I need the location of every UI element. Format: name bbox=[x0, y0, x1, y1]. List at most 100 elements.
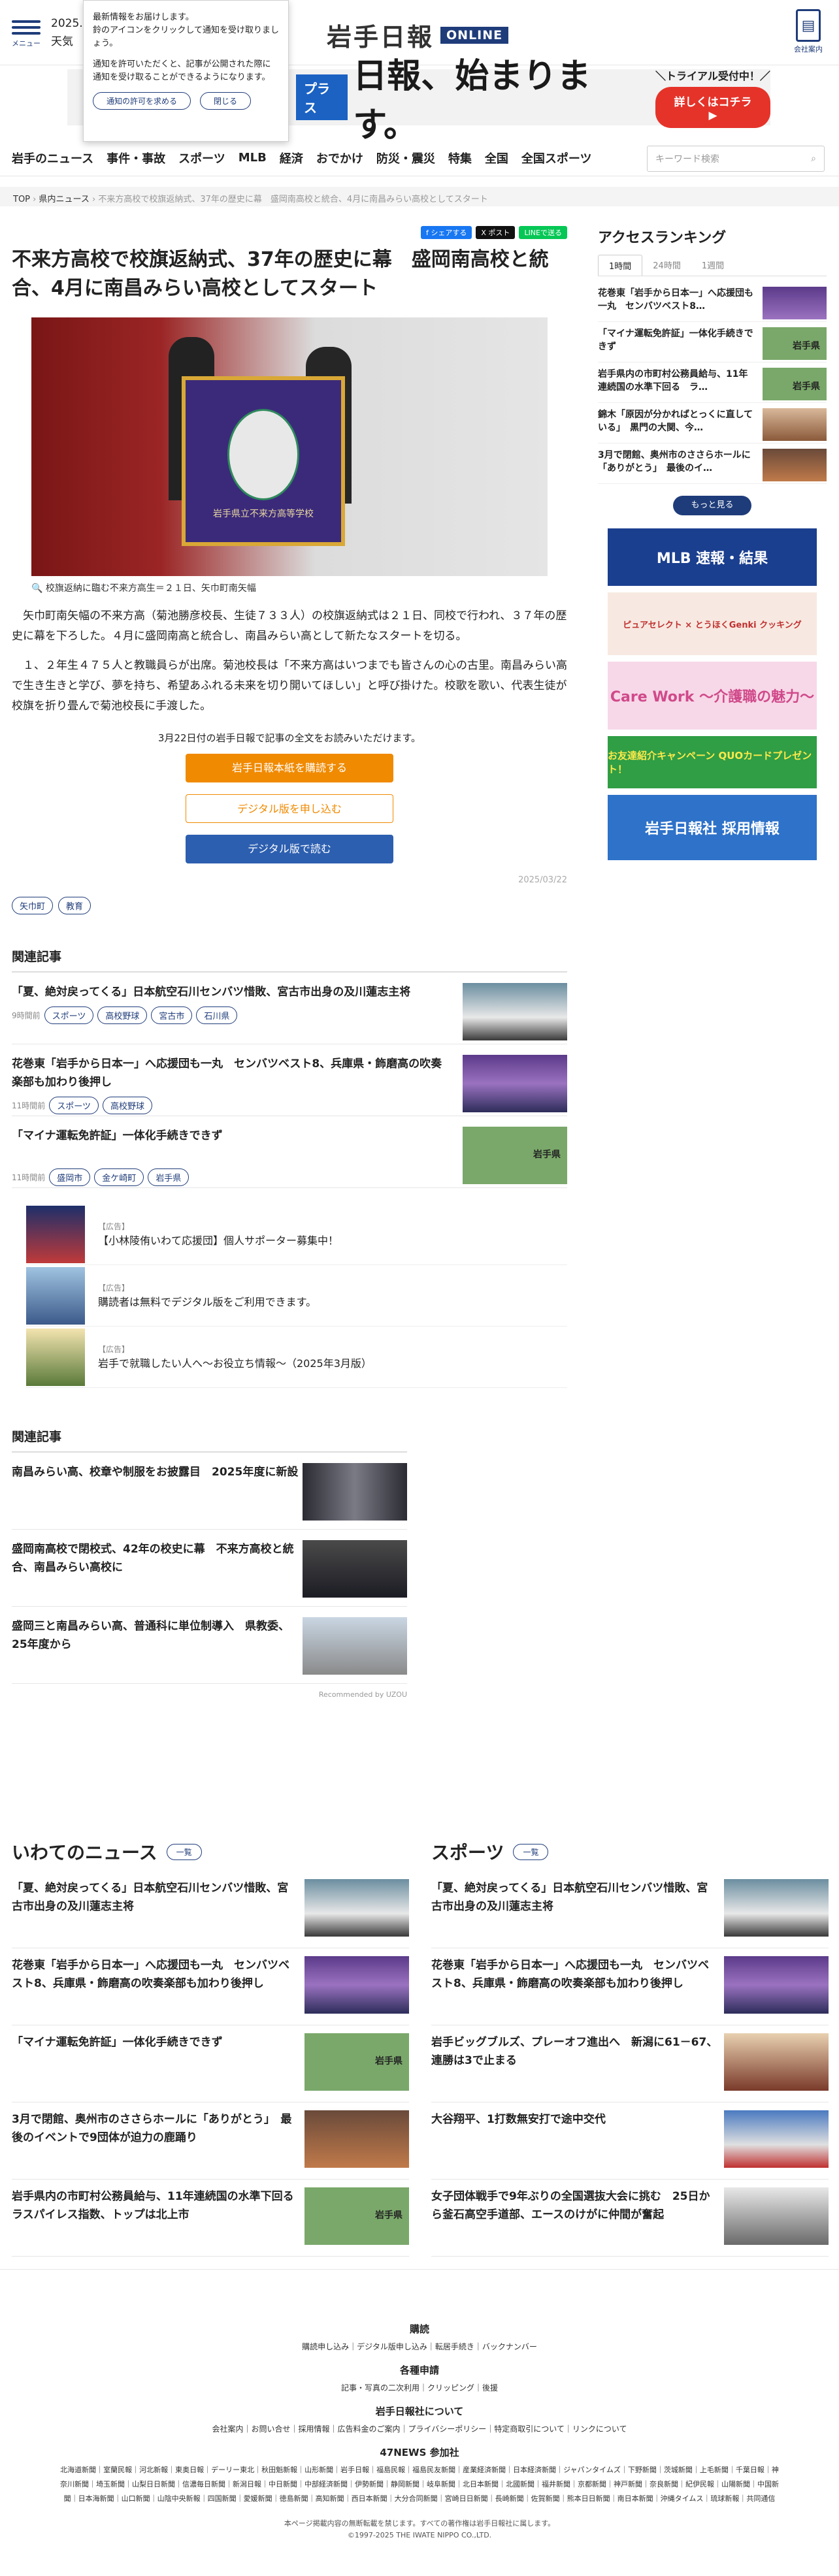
ranking-item[interactable]: 「マイナ運転免許証」一体化手続きできず bbox=[598, 322, 827, 362]
article-title: 不来方高校で校旗返納式、37年の歴史に幕 盛岡南高校と統合、4月に南昌みらい高校… bbox=[12, 248, 549, 300]
ranking-thumbnail bbox=[763, 327, 827, 360]
digital-apply-button[interactable]: デジタル版を申し込む bbox=[186, 794, 393, 823]
search-icon[interactable]: ⌕ bbox=[811, 153, 816, 164]
ranking-more-button[interactable]: もっと見る bbox=[673, 496, 751, 515]
nav-item-feature[interactable]: 特集 bbox=[448, 150, 472, 167]
side-ad-cooking[interactable]: ピュアセレクト × とうほくGenki クッキング bbox=[608, 592, 817, 655]
related-item[interactable]: 「夏、絶対戻ってくる」日本航空石川センバツ惜敗、宮古市出身の及川蓮志主将 9時間… bbox=[12, 973, 567, 1044]
nav-item-incident[interactable]: 事件・事故 bbox=[107, 150, 165, 167]
related-item[interactable]: 「マイナ運転免許証」一体化手続きできず 11時間前 盛岡市 金ケ崎町 岩手県 bbox=[12, 1116, 567, 1188]
news-item[interactable]: 花巻東「岩手から日本一」へ応援団も一丸 センバツベスト8、兵庫県・飾磨高の吹奏楽… bbox=[12, 1948, 409, 2025]
facebook-share-button[interactable]: f シェアする bbox=[421, 226, 472, 239]
tab-24hours[interactable]: 24時間 bbox=[642, 255, 691, 276]
tag[interactable]: 岩手県 bbox=[148, 1168, 189, 1186]
nav-item-iwate[interactable]: 岩手のニュース bbox=[12, 150, 93, 167]
ad-title: 岩手で就職したい人へ～お役立ち情報～（2025年3月版） bbox=[98, 1357, 372, 1370]
news-item[interactable]: 大谷翔平、1打数無安打で途中交代 bbox=[431, 2102, 829, 2180]
menu-button[interactable]: メニュー bbox=[12, 17, 41, 48]
side-ad-carework[interactable]: Care Work ～介護職の魅力～ bbox=[608, 662, 817, 730]
nav-item-sports[interactable]: スポーツ bbox=[178, 150, 225, 167]
nav-item-economy[interactable]: 経済 bbox=[280, 150, 303, 167]
tag[interactable]: 盛岡市 bbox=[49, 1168, 91, 1186]
side-ad-recruit[interactable]: 岩手日報社 採用情報 bbox=[608, 795, 817, 860]
company-info-button[interactable]: ▤ 会社案内 bbox=[792, 9, 825, 54]
ad-item[interactable]: 【広告】 岩手で就職したい人へ～お役立ち情報～（2025年3月版） bbox=[26, 1327, 567, 1388]
newspaper-icon: ▤ bbox=[796, 9, 821, 42]
share-bar: f シェアする X ポスト LINEで送る bbox=[12, 226, 567, 239]
nav-item-national-sports[interactable]: 全国スポーツ bbox=[521, 150, 592, 167]
ad-item[interactable]: 【広告】 【小林陵侑いわて応援団】個人サポーター募集中！ bbox=[26, 1204, 567, 1265]
publish-date: 2025/03/22 bbox=[518, 875, 567, 885]
allow-notification-button[interactable]: 通知の許可を求める bbox=[93, 92, 191, 110]
nav-item-disaster[interactable]: 防災・震災 bbox=[376, 150, 435, 167]
tag[interactable]: スポーツ bbox=[49, 1097, 99, 1114]
iwate-news-heading: いわてのニュース bbox=[12, 1842, 157, 1863]
tag[interactable]: 高校野球 bbox=[97, 1006, 148, 1024]
ranking-item[interactable]: 岩手県内の市町村公務員給与、11年連続国の水準下回る ラ… bbox=[598, 362, 827, 403]
ranking-item[interactable]: 花巻東「岩手から日本一」へ応援団も一丸 センバツベスト8… bbox=[598, 282, 827, 322]
site-logo[interactable]: 岩手日報 ONLINE bbox=[327, 17, 509, 53]
line-share-button[interactable]: LINEで送る bbox=[519, 226, 567, 239]
tab-1hour[interactable]: 1時間 bbox=[598, 255, 643, 276]
side-ad-mlb[interactable]: MLB 速報・結果 bbox=[608, 528, 817, 586]
ranking-item[interactable]: 錦木「原因が分かればとっくに直している」 黒門の大関、今… bbox=[598, 403, 827, 443]
breadcrumb-top[interactable]: TOP bbox=[13, 195, 30, 204]
ranking-item[interactable]: 3月で閉館、奥州市のささらホールに「ありがとう」 最後のイ… bbox=[598, 443, 827, 484]
iwate-news-list-button[interactable]: 一覧 bbox=[166, 1843, 202, 1860]
footer-subscribe-links[interactable]: 購読申し込み｜デジタル版申し込み｜転居手続き｜バックナンバー bbox=[0, 2340, 839, 2354]
global-nav: 岩手のニュース 事件・事故 スポーツ MLB 経済 おでかけ 防災・震災 特集 … bbox=[0, 140, 839, 176]
recommended-item[interactable]: 盛岡南高校で閉校式、42年の校史に幕 不来方高校と統合、南昌みらい高校に bbox=[12, 1530, 407, 1607]
news-item[interactable]: 「マイナ運転免許証」一体化手続きできず bbox=[12, 2025, 409, 2102]
related-time: 9時間前 bbox=[12, 1011, 41, 1020]
breadcrumb: TOP › 県内ニュース › 不来方高校で校旗返納式、37年の歴史に幕 盛岡南高… bbox=[0, 187, 839, 206]
tab-1week[interactable]: 1週間 bbox=[691, 255, 734, 276]
recommended-item[interactable]: 南昌みらい高、校章や制服をお披露目 2025年度に新設 bbox=[12, 1453, 407, 1530]
banner-plus: プラス bbox=[296, 74, 348, 120]
footer-about-links[interactable]: 会社案内｜お問い合せ｜採用情報｜広告料金のご案内｜プライバシーポリシー｜特定商取… bbox=[0, 2422, 839, 2436]
sports-list-button[interactable]: 一覧 bbox=[513, 1843, 549, 1860]
hamburger-icon bbox=[12, 20, 41, 35]
news-item[interactable]: 岩手ビッグブルズ、プレーオフ進出へ 新潟に61－67、連勝は3で止まる bbox=[431, 2025, 829, 2102]
related-item[interactable]: 花巻東「岩手から日本一」へ応援団も一丸 センバツベスト8、兵庫県・飾磨高の吹奏楽… bbox=[12, 1044, 567, 1116]
ad-thumbnail bbox=[26, 1328, 85, 1386]
footer-apply-links[interactable]: 記事・写真の二次利用｜クリッピング｜後援 bbox=[0, 2381, 839, 2395]
footer-about-heading: 岩手日報社について bbox=[375, 2406, 464, 2417]
article-photo[interactable]: 岩手県立不来方高等学校 bbox=[31, 317, 548, 576]
news-item[interactable]: 女子団体戦手で9年ぶりの全国選抜大会に挑む 25日から釜石高空手道部、エースのけ… bbox=[431, 2180, 829, 2257]
tag-education[interactable]: 教育 bbox=[58, 897, 91, 914]
ad-item[interactable]: 【広告】 購読者は無料でデジタル版をご利用できます。 bbox=[26, 1265, 567, 1327]
read-digital-button[interactable]: デジタル版で読む bbox=[186, 835, 393, 863]
subscribe-paper-button[interactable]: 岩手日報本紙を購読する bbox=[186, 754, 393, 782]
footer-47news-links[interactable]: 北海道新聞｜室蘭民報｜河北新報｜東奥日報｜デーリー東北｜秋田魁新報｜山形新聞｜岩… bbox=[0, 2463, 839, 2506]
tag[interactable]: スポーツ bbox=[44, 1006, 94, 1024]
news-item[interactable]: 岩手県内の市町村公務員給与、11年連続国の水準下回る ラスパイレス指数、トップは… bbox=[12, 2180, 409, 2257]
related-heading: 関連記事 bbox=[12, 947, 567, 973]
news-title: 3月で閉館、奥州市のささらホールに「ありがとう」 最後のイベントで9団体が迫力の… bbox=[12, 2113, 292, 2144]
related-time: 11時間前 bbox=[12, 1173, 46, 1182]
notification-popup: 最新情報をお届けします。 鈴のアイコンをクリックして通知を受け取りましょう。 通知… bbox=[83, 0, 289, 142]
news-item[interactable]: 「夏、絶対戻ってくる」日本航空石川センバツ惜敗、宮古市出身の及川蓮志主将 bbox=[431, 1871, 829, 1948]
close-popup-button[interactable]: 閉じる bbox=[200, 92, 252, 110]
tag-yahaba[interactable]: 矢巾町 bbox=[12, 897, 54, 914]
nav-item-outing[interactable]: おでかけ bbox=[316, 150, 363, 167]
news-title: 女子団体戦手で9年ぶりの全国選抜大会に挑む 25日から釜石高空手道部、エースのけ… bbox=[431, 2190, 710, 2221]
search-input[interactable]: キーワード検索 ⌕ bbox=[647, 146, 825, 172]
news-item[interactable]: 3月で閉館、奥州市のささらホールに「ありがとう」 最後のイベントで9団体が迫力の… bbox=[12, 2102, 409, 2180]
ad-thumbnail bbox=[26, 1266, 85, 1325]
recommended-item[interactable]: 盛岡三と南昌みらい高、普通科に単位制導入 県教委、25年度から bbox=[12, 1607, 407, 1684]
news-item[interactable]: 「夏、絶対戻ってくる」日本航空石川センバツ惜敗、宮古市出身の及川蓮志主将 bbox=[12, 1871, 409, 1948]
related-thumbnail bbox=[463, 983, 567, 1040]
news-item[interactable]: 花巻東「岩手から日本一」へ応援団も一丸 センバツベスト8、兵庫県・飾磨高の吹奏楽… bbox=[431, 1948, 829, 2025]
x-post-button[interactable]: X ポスト bbox=[476, 226, 516, 239]
tag[interactable]: 金ケ崎町 bbox=[94, 1168, 144, 1186]
tag[interactable]: 宮古市 bbox=[151, 1006, 193, 1024]
nav-item-mlb[interactable]: MLB bbox=[239, 151, 267, 165]
ranking-heading: アクセスランキング bbox=[598, 230, 727, 246]
breadcrumb-category[interactable]: 県内ニュース bbox=[39, 195, 90, 204]
tag[interactable]: 石川県 bbox=[196, 1006, 238, 1024]
ad-label: 【広告】 bbox=[98, 1283, 130, 1293]
tag[interactable]: 高校野球 bbox=[103, 1097, 153, 1114]
nav-item-national[interactable]: 全国 bbox=[485, 150, 508, 167]
side-ad-campaign[interactable]: お友達紹介キャンペーン QUOカードプレゼント！ bbox=[608, 736, 817, 788]
bottom-columns: いわてのニュース 一覧 「夏、絶対戻ってくる」日本航空石川センバツ惜敗、宮古市出身… bbox=[12, 1839, 829, 2257]
